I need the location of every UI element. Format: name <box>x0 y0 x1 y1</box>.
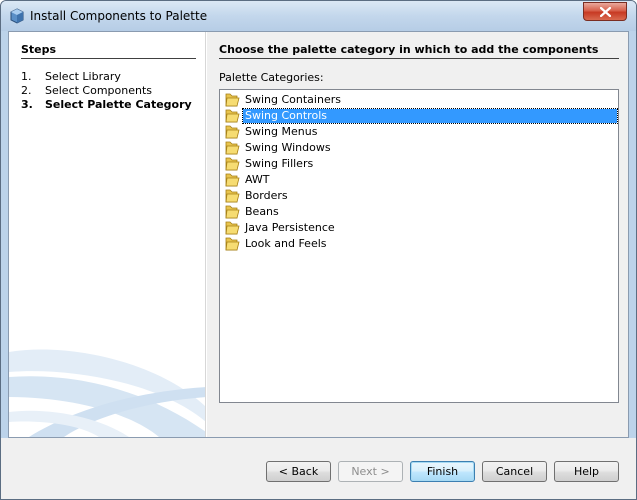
panel-divider <box>219 58 619 59</box>
install-components-dialog: Install Components to Palette Steps 1. Se… <box>0 0 637 500</box>
panel-heading: Choose the palette category in which to … <box>219 43 599 56</box>
palette-category-item[interactable]: Swing Menus <box>223 124 617 140</box>
cancel-button[interactable]: Cancel <box>482 461 547 482</box>
palette-category-item[interactable]: Java Persistence <box>223 220 617 236</box>
dialog-content: Steps 1. Select Library 2. Select Componen… <box>8 31 629 438</box>
close-icon <box>600 7 611 17</box>
folder-icon <box>223 188 241 204</box>
palette-category-item[interactable]: Swing Fillers <box>223 156 617 172</box>
palette-category-label: Beans <box>245 205 279 218</box>
palette-category-label: AWT <box>245 173 270 186</box>
folder-icon <box>223 92 241 108</box>
palette-category-label: Swing Containers <box>245 93 341 106</box>
step-label: Select Components <box>45 84 153 97</box>
step-label: Select Palette Category <box>45 98 192 111</box>
palette-category-label: Swing Windows <box>245 141 331 154</box>
palette-category-label: Swing Fillers <box>245 157 314 170</box>
step-select-palette-category: 3. Select Palette Category <box>21 98 192 111</box>
step-number: 2. <box>21 84 32 97</box>
finish-button[interactable]: Finish <box>410 461 475 482</box>
netbeans-cube-icon <box>10 8 24 24</box>
step-select-components: 2. Select Components <box>21 84 152 97</box>
step-number: 3. <box>21 98 33 111</box>
palette-categories-list[interactable]: Swing Containers Swing Controls Swing Menu… <box>219 89 619 403</box>
palette-category-panel: Choose the palette category in which to … <box>207 32 628 437</box>
palette-category-label: Swing Controls <box>242 108 618 124</box>
steps-heading: Steps <box>21 43 57 56</box>
palette-category-label: Borders <box>245 189 288 202</box>
folder-icon <box>223 236 241 252</box>
folder-icon <box>223 220 241 236</box>
decorative-swoosh-graphic <box>9 349 205 437</box>
window-title: Install Components to Palette <box>30 9 208 23</box>
folder-icon <box>223 124 241 140</box>
palette-category-item[interactable]: Beans <box>223 204 617 220</box>
palette-category-item[interactable]: Swing Windows <box>223 140 617 156</box>
back-button[interactable]: < Back <box>266 461 331 482</box>
palette-category-item[interactable]: Swing Containers <box>223 92 617 108</box>
folder-icon <box>223 108 241 124</box>
step-label: Select Library <box>45 70 121 83</box>
palette-category-label: Java Persistence <box>245 221 335 234</box>
folder-icon <box>223 172 241 188</box>
next-button[interactable]: Next > <box>338 461 403 482</box>
palette-category-label: Swing Menus <box>245 125 318 138</box>
help-button[interactable]: Help <box>554 461 619 482</box>
step-number: 1. <box>21 70 32 83</box>
folder-icon <box>223 140 241 156</box>
palette-categories-label: Palette Categories: <box>219 71 324 84</box>
step-select-library: 1. Select Library <box>21 70 121 83</box>
button-bar: < Back Next > Finish Cancel Help <box>1 438 636 499</box>
palette-category-item[interactable]: AWT <box>223 172 617 188</box>
folder-icon <box>223 204 241 220</box>
steps-divider <box>21 58 196 59</box>
folder-icon <box>223 156 241 172</box>
palette-category-label: Look and Feels <box>245 237 327 250</box>
title-bar[interactable]: Install Components to Palette <box>1 1 636 31</box>
palette-category-item[interactable]: Look and Feels <box>223 236 617 252</box>
palette-category-item[interactable]: Borders <box>223 188 617 204</box>
palette-category-item[interactable]: Swing Controls <box>223 108 618 124</box>
close-button[interactable] <box>583 2 627 21</box>
steps-panel: Steps 1. Select Library 2. Select Componen… <box>9 32 206 437</box>
